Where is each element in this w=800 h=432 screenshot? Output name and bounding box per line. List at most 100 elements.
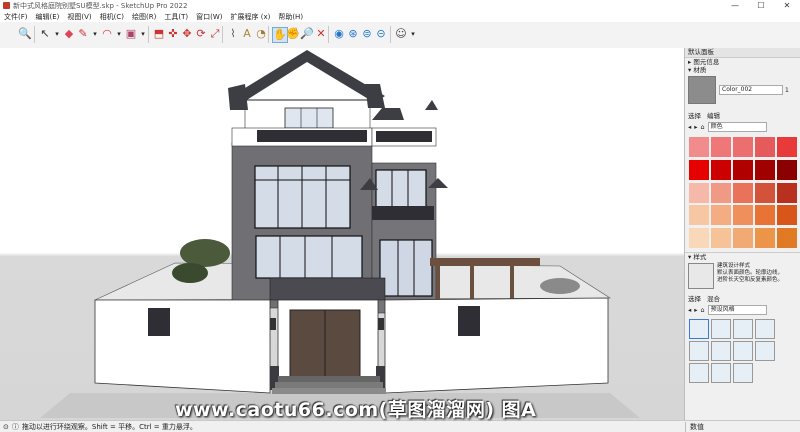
entity-info-section[interactable]: ▸ 图元信息 [685, 58, 800, 66]
close-button[interactable]: ✕ [774, 1, 800, 10]
status-hint: 拖动以进行环绕观察。Shift = 平移。Ctrl = 重力悬浮。 [21, 422, 197, 431]
color-swatch[interactable] [777, 182, 797, 203]
material-name-field[interactable]: Color_002 [719, 85, 783, 95]
style-preview [688, 263, 714, 289]
menu-item-3[interactable]: 相机(C) [96, 12, 128, 22]
color-swatch[interactable] [777, 159, 797, 180]
text-icon[interactable]: ◔ [254, 27, 268, 41]
color-swatch[interactable] [755, 182, 775, 203]
menu-item-7[interactable]: 扩展程序 (x) [226, 12, 274, 22]
color-swatch[interactable] [711, 228, 731, 249]
style-thumbnail[interactable] [689, 319, 709, 339]
category-select[interactable]: 颜色 [707, 122, 767, 132]
tab-select[interactable]: 选择 [688, 110, 701, 120]
swatch-grid [685, 134, 800, 252]
push-pull-icon[interactable]: ⬒ [152, 27, 166, 41]
rotate-icon[interactable]: ✥ [180, 27, 194, 41]
back-icon[interactable]: ◂ [688, 123, 691, 131]
eraser-icon[interactable]: ◆ [62, 27, 76, 41]
color-swatch[interactable] [777, 205, 797, 226]
style-home-icon[interactable]: ⌂ [701, 306, 705, 314]
menu-item-8[interactable]: 帮助(H) [274, 12, 307, 22]
geo-icon[interactable]: ⊙ [3, 423, 9, 431]
style-category-select[interactable]: 预设风格 [707, 305, 767, 315]
menu-item-6[interactable]: 窗口(W) [192, 12, 226, 22]
style-thumbnail[interactable] [689, 341, 709, 361]
color-swatch[interactable] [755, 205, 775, 226]
maximize-button[interactable]: ☐ [748, 1, 774, 10]
menu-item-2[interactable]: 视图(V) [63, 12, 95, 22]
style-description: 默认表面颜色。轮廓边线， 进阶长天空和反复素颜色。 [717, 270, 784, 283]
color-swatch[interactable] [689, 228, 709, 249]
user-dropdown-icon[interactable]: ▾ [406, 27, 420, 41]
color-swatch[interactable] [755, 159, 775, 180]
color-swatch[interactable] [689, 159, 709, 180]
tape-icon[interactable]: ⌇ [226, 27, 240, 41]
home-icon[interactable]: ⌂ [701, 123, 705, 131]
style-thumbnail[interactable] [755, 341, 775, 361]
style-thumbnail[interactable] [711, 319, 731, 339]
main-toolbar: 🔍 ↖ ▾ ◆ ✎ ▾ ◠ ▾ ▣ ▾ ⬒ ✜ ✥ ⟳ ⤢ ⌇ A ◔ ✋ ✊ … [0, 22, 800, 49]
color-swatch[interactable] [733, 159, 753, 180]
zoom-extents-icon[interactable]: ✕ [314, 27, 328, 41]
info-icon[interactable]: ⓘ [12, 422, 19, 432]
walk-icon[interactable]: ⊛ [346, 27, 360, 41]
style-back-icon[interactable]: ◂ [688, 306, 691, 314]
menu-item-4[interactable]: 绘图(R) [128, 12, 160, 22]
forward-icon[interactable]: ▸ [694, 123, 697, 131]
style-thumbnail[interactable] [733, 319, 753, 339]
materials-section[interactable]: ▾ 材质 [685, 66, 800, 74]
prev-view-icon[interactable]: ◉ [332, 27, 346, 41]
zoom-icon[interactable]: 🔍 [18, 27, 32, 41]
style-tab-select[interactable]: 选择 [688, 293, 701, 303]
pan-icon[interactable]: ✊ [286, 27, 300, 41]
move-icon[interactable]: ✜ [166, 27, 180, 41]
style-grid [685, 317, 800, 385]
style-thumbnail[interactable] [689, 363, 709, 383]
style-tab-mix[interactable]: 混合 [707, 293, 720, 303]
color-swatch[interactable] [777, 228, 797, 249]
scale-icon[interactable]: ⟳ [194, 27, 208, 41]
color-swatch[interactable] [755, 228, 775, 249]
menu-bar: 文件(F) 编辑(E) 视图(V) 相机(C) 绘图(R) 工具(T) 窗口(W) 扩展程序 … [0, 11, 800, 22]
color-swatch[interactable] [711, 159, 731, 180]
villa-model [40, 50, 640, 418]
style-thumbnail[interactable] [711, 363, 731, 383]
material-count: 1 [785, 86, 789, 94]
watermark: www.caotu66.com(草图溜溜网) 图A [175, 399, 537, 421]
title-bar: 新中式风格庭院别墅SU模型.skp - SketchUp Pro 2022 — … [0, 0, 800, 11]
color-swatch[interactable] [689, 205, 709, 226]
style-thumbnail[interactable] [755, 319, 775, 339]
menu-item-5[interactable]: 工具(T) [160, 12, 192, 22]
color-swatch[interactable] [733, 205, 753, 226]
tray-title: 默认面板 [685, 48, 800, 58]
color-swatch[interactable] [711, 205, 731, 226]
follow-icon[interactable]: ⤢ [208, 27, 222, 41]
color-swatch[interactable] [733, 228, 753, 249]
style-forward-icon[interactable]: ▸ [694, 306, 697, 314]
position-camera-icon[interactable]: ⊝ [374, 27, 388, 41]
menu-item-0[interactable]: 文件(F) [0, 12, 32, 22]
color-swatch[interactable] [689, 182, 709, 203]
tab-edit[interactable]: 编辑 [707, 110, 720, 120]
sketchup-logo-icon [3, 2, 10, 9]
look-icon[interactable]: ⊜ [360, 27, 374, 41]
color-swatch[interactable] [733, 182, 753, 203]
zoom-tool-icon[interactable]: 🔎 [300, 27, 314, 41]
material-preview [688, 76, 716, 104]
model-viewport[interactable] [0, 48, 684, 420]
minimize-button[interactable]: — [722, 1, 748, 10]
style-thumbnail[interactable] [733, 341, 753, 361]
color-swatch[interactable] [711, 137, 731, 157]
style-thumbnail[interactable] [733, 363, 753, 383]
styles-section[interactable]: ▾ 样式 [685, 252, 800, 261]
color-swatch[interactable] [711, 182, 731, 203]
menu-item-1[interactable]: 编辑(E) [32, 12, 64, 22]
default-tray: 默认面板 ▸ 图元信息 ▾ 材质 Color_002 1 选择 编辑 ◂ ▸ ⌂… [684, 48, 800, 420]
color-swatch[interactable] [689, 137, 709, 157]
protractor-icon[interactable]: A [240, 27, 254, 41]
style-thumbnail[interactable] [711, 341, 731, 361]
color-swatch[interactable] [777, 137, 797, 157]
color-swatch[interactable] [733, 137, 753, 157]
color-swatch[interactable] [755, 137, 775, 157]
